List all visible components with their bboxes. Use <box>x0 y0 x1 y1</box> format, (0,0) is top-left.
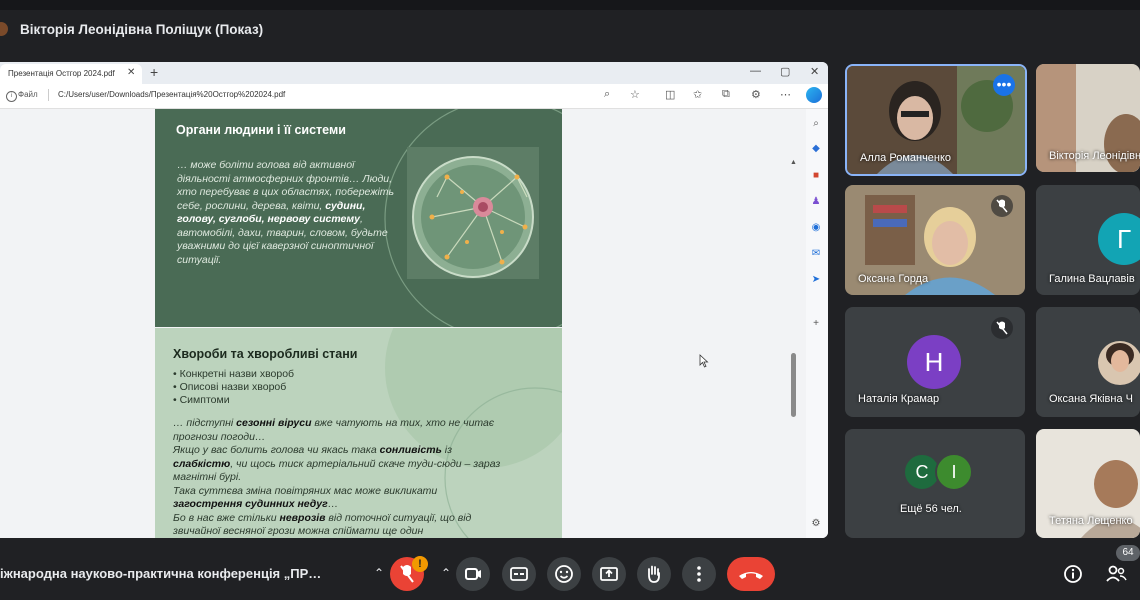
video-options-chevron-icon[interactable]: ⌃ <box>441 566 451 580</box>
scrollbar-thumb[interactable] <box>791 353 796 417</box>
outlook-icon[interactable]: ✉ <box>809 247 823 261</box>
favorite-star-icon[interactable]: ☆ <box>630 88 640 101</box>
mouse-cursor-icon <box>699 354 709 368</box>
list-item: • Конкретні назви хвороб <box>173 368 295 380</box>
present-screen-icon <box>600 567 618 581</box>
participant-name: Тетяна Лещенко <box>1049 515 1133 527</box>
meeting-info-button[interactable] <box>1063 564 1083 584</box>
shared-browser-window: Презентація Остгор 2024.pdf ✕ + — ▢ ✕ i … <box>0 62 828 538</box>
present-button[interactable] <box>592 557 626 591</box>
address-divider <box>48 89 49 101</box>
participant-tile-oksana-gorda[interactable]: Оксана Горда <box>845 185 1025 295</box>
pdf-viewer[interactable]: Органи людини і її системи … може боліти… <box>0 109 806 538</box>
participant-photo <box>1098 341 1140 385</box>
list-item: • Описові назви хвороб <box>173 381 287 393</box>
participant-tile-oksana-yakivna[interactable]: Оксана Яківна Ч <box>1036 307 1140 417</box>
end-call-icon <box>739 572 763 579</box>
participant-tile-natalia[interactable]: Н Наталія Крамар <box>845 307 1025 417</box>
participant-avatar: І <box>935 453 973 491</box>
raise-hand-button[interactable] <box>637 557 671 591</box>
new-tab-icon[interactable]: + <box>150 64 158 80</box>
favorites-icon[interactable]: ✩ <box>693 88 702 101</box>
participant-tile-alla[interactable]: ••• Алла Романченко <box>845 64 1027 176</box>
people-button[interactable] <box>1104 563 1128 585</box>
pdf-tab[interactable]: Презентація Остгор 2024.pdf ✕ <box>0 64 142 84</box>
participant-name: Алла Романченко <box>860 152 952 164</box>
participant-name: Оксана Яківна Ч <box>1049 393 1133 405</box>
reactions-button[interactable] <box>547 557 581 591</box>
info-icon <box>1064 565 1082 583</box>
split-screen-icon[interactable]: ◫ <box>665 88 675 101</box>
end-call-button[interactable] <box>727 557 775 591</box>
camera-button[interactable] <box>456 557 490 591</box>
shopping-icon[interactable]: ■ <box>809 169 823 183</box>
add-app-icon[interactable]: + <box>809 317 823 331</box>
tab-bar: Презентація Остгор 2024.pdf ✕ + — ▢ ✕ <box>0 62 828 84</box>
office-icon[interactable]: ◉ <box>809 221 823 235</box>
close-window-icon[interactable]: ✕ <box>810 65 819 78</box>
people-icon <box>1106 565 1127 582</box>
participant-name: Вікторія Леонідівна <box>1049 150 1140 162</box>
restore-icon[interactable]: ▢ <box>780 65 790 78</box>
participant-tile-viktoria[interactable]: Вікторія Леонідівна <box>1036 64 1140 172</box>
mic-warning-badge: ! <box>412 556 428 572</box>
drop-icon[interactable]: ➤ <box>809 273 823 287</box>
presenter-title: Вікторія Леонідівна Поліщук (Показ) <box>20 22 264 37</box>
participant-name: Наталія Крамар <box>858 393 940 405</box>
copilot-icon[interactable] <box>806 87 822 103</box>
tag-icon[interactable]: ◆ <box>809 142 823 156</box>
list-item: • Симптоми <box>173 394 230 406</box>
hand-icon <box>648 565 660 583</box>
participant-name: Галина Вацлавів <box>1049 273 1135 285</box>
more-options-button[interactable] <box>682 557 716 591</box>
extensions-icon[interactable]: ⚙ <box>751 88 761 101</box>
scroll-up-arrow[interactable]: ▲ <box>790 159 797 166</box>
participant-name: Оксана Горда <box>858 273 929 285</box>
settings-gear-icon[interactable]: ⚙ <box>809 517 823 531</box>
slide-organs: Органи людини і її системи … може боліти… <box>155 109 562 327</box>
games-icon[interactable]: ♟ <box>809 195 823 209</box>
slide-diseases: Хвороби та хворобливі стани • Конкретні … <box>155 328 562 538</box>
more-options-icon[interactable]: ••• <box>993 74 1015 96</box>
close-tab-icon[interactable]: ✕ <box>127 67 135 78</box>
more-menu-icon[interactable]: ⋯ <box>780 88 791 101</box>
collections-icon[interactable]: ⧉ <box>722 88 730 101</box>
address-bar[interactable]: i Файл C:/Users/user/Downloads/Презентац… <box>0 84 828 109</box>
slide2-title: Хвороби та хворобливі стани <box>173 347 358 361</box>
slide2-paragraph: … підступні сезонні віруси вже чатують н… <box>173 417 501 537</box>
emoji-icon <box>555 565 573 583</box>
meeting-name: іжнародна науково-практична конференція … <box>0 566 322 581</box>
more-vert-icon <box>697 566 701 582</box>
participant-avatar: Н <box>907 335 961 389</box>
slide1-title: Органи людини і її системи <box>176 123 346 137</box>
zoom-icon[interactable]: ⌕ <box>604 88 610 101</box>
muted-mic-icon <box>991 195 1013 217</box>
muted-mic-icon <box>991 317 1013 339</box>
search-icon[interactable]: ⌕ <box>809 117 823 131</box>
camera-icon <box>465 568 481 580</box>
neuron-image <box>407 147 539 279</box>
audio-options-chevron-icon[interactable]: ⌃ <box>374 566 384 580</box>
participant-tile-tetiana[interactable]: Тетяна Лещенко <box>1036 429 1140 538</box>
pdf-tab-label: Презентація Остгор 2024.pdf <box>8 69 115 78</box>
more-participants-label: Ещё 56 чел. <box>900 503 962 515</box>
address-url[interactable]: C:/Users/user/Downloads/Презентація%20Ос… <box>58 90 285 99</box>
more-participants-tile[interactable]: С І Ещё 56 чел. <box>845 429 1025 538</box>
captions-icon <box>510 567 528 581</box>
captions-button[interactable] <box>502 557 536 591</box>
minimize-icon[interactable]: — <box>750 65 761 77</box>
top-strip <box>0 0 1140 10</box>
slide2-list: • Конкретні назви хвороб • Описові назви… <box>173 368 294 407</box>
participant-tile-galyna[interactable]: Г Галина Вацлавів <box>1036 185 1140 295</box>
people-count-badge: 64 <box>1116 545 1140 561</box>
slide1-paragraph: … може боліти голова від активної діяльн… <box>177 159 395 266</box>
address-scheme: Файл <box>18 90 38 99</box>
info-icon[interactable]: i <box>6 91 17 102</box>
participant-avatar: Г <box>1098 213 1140 265</box>
